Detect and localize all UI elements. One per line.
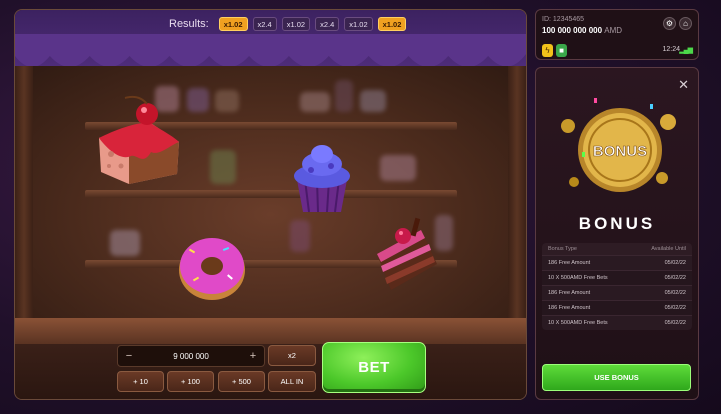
add-100-button[interactable]: + 100 <box>167 371 214 392</box>
background-bottle <box>290 220 310 252</box>
bonus-until: 05/02/22 <box>664 290 686 296</box>
bet-amount-field[interactable]: − 9 000 000 + <box>117 345 265 367</box>
add-10-button[interactable]: + 10 <box>117 371 164 392</box>
gift-icon[interactable]: ■ <box>556 44 567 57</box>
shelf <box>85 190 457 198</box>
bonus-coin-icon: BONUS <box>561 98 676 192</box>
table-row[interactable]: 186 Free Amount 05/02/22 <box>542 300 692 315</box>
result-chip: x1.02 <box>218 17 248 31</box>
bonus-type: 186 Free Amount <box>548 260 591 266</box>
result-chip: x1.02 <box>281 17 311 31</box>
bonus-type: 10 X 500AMD Free Bets <box>548 275 608 281</box>
game-area: Results: x1.02 x2.4 x1.02 x2.4 x1.02 x1.… <box>14 9 527 400</box>
gear-icon[interactable]: ⚙ <box>663 17 676 30</box>
bonus-type: 186 Free Amount <box>548 305 591 311</box>
column-header: Bonus Type <box>548 246 577 252</box>
home-icon[interactable]: ⌂ <box>679 17 692 30</box>
background-jar <box>187 88 209 112</box>
background-jar <box>215 90 239 112</box>
bonus-title: BONUS <box>578 214 656 233</box>
right-post <box>508 66 526 336</box>
bet-amount-value[interactable]: 9 000 000 <box>173 352 209 361</box>
results-bar: Results: x1.02 x2.4 x1.02 x2.4 x1.02 x1.… <box>169 17 407 31</box>
bet-button[interactable]: BET <box>322 342 426 393</box>
cherry-cake-slice-icon[interactable] <box>89 94 185 186</box>
donut-icon[interactable] <box>175 232 249 304</box>
lightning-icon[interactable]: ϟ <box>542 44 553 57</box>
bonus-type: 186 Free Amount <box>548 290 591 296</box>
decrease-bet-button[interactable]: − <box>124 350 134 362</box>
balance-currency: AMD <box>604 26 623 35</box>
table-row[interactable]: 10 X 500AMD Free Bets 05/02/22 <box>542 315 692 330</box>
user-id: ID: 12345465 <box>542 16 585 23</box>
cupcake-icon[interactable] <box>287 140 357 216</box>
result-chip: x1.02 <box>344 17 373 31</box>
double-bet-button[interactable]: x2 <box>268 345 316 366</box>
background-bottle <box>335 80 353 112</box>
bonus-until: 05/02/22 <box>664 260 686 266</box>
clock: 12:24 <box>662 46 680 53</box>
use-bonus-button[interactable]: USE BONUS <box>542 364 691 391</box>
result-chip: x2.4 <box>252 17 277 31</box>
bonus-table: Bonus Type Available Until 186 Free Amou… <box>542 243 692 330</box>
balance-value: 100 000 000 000 <box>542 26 603 35</box>
results-label: Results: <box>169 18 209 30</box>
table-header: Bonus Type Available Until <box>542 243 692 255</box>
increase-bet-button[interactable]: + <box>248 350 258 362</box>
bonus-until: 05/02/22 <box>664 275 686 281</box>
background-jar <box>210 150 236 184</box>
coin-text: BONUS <box>593 143 647 160</box>
result-chip: x2.4 <box>315 17 340 31</box>
account-panel: ID: 12345465 100 000 000 000 AMD ⚙ ⌂ ϟ ■… <box>535 9 699 60</box>
left-post <box>15 66 33 336</box>
table-row[interactable]: 186 Free Amount 05/02/22 <box>542 255 692 270</box>
background-item <box>360 90 386 112</box>
all-in-button[interactable]: ALL IN <box>268 371 316 392</box>
bonus-until: 05/02/22 <box>664 320 686 326</box>
table-row[interactable]: 10 X 500AMD Free Bets 05/02/22 <box>542 270 692 285</box>
signal-icon: ▂▄▆ <box>679 47 693 54</box>
background-item <box>380 155 416 181</box>
balance: 100 000 000 000 AMD <box>542 26 622 35</box>
bonus-panel: ✕ BONUS BONUS Bonus Type Available Until… <box>535 67 699 400</box>
table-row[interactable]: 186 Free Amount 05/02/22 <box>542 285 692 300</box>
background-item <box>300 92 330 112</box>
result-chip: x1.02 <box>377 17 407 31</box>
column-header: Available Until <box>651 246 686 252</box>
bonus-type: 10 X 500AMD Free Bets <box>548 320 608 326</box>
counter-top <box>15 318 526 344</box>
background-item <box>110 230 140 256</box>
add-500-button[interactable]: + 500 <box>218 371 265 392</box>
chocolate-cake-slice-icon[interactable] <box>371 214 443 294</box>
bonus-until: 05/02/22 <box>664 305 686 311</box>
